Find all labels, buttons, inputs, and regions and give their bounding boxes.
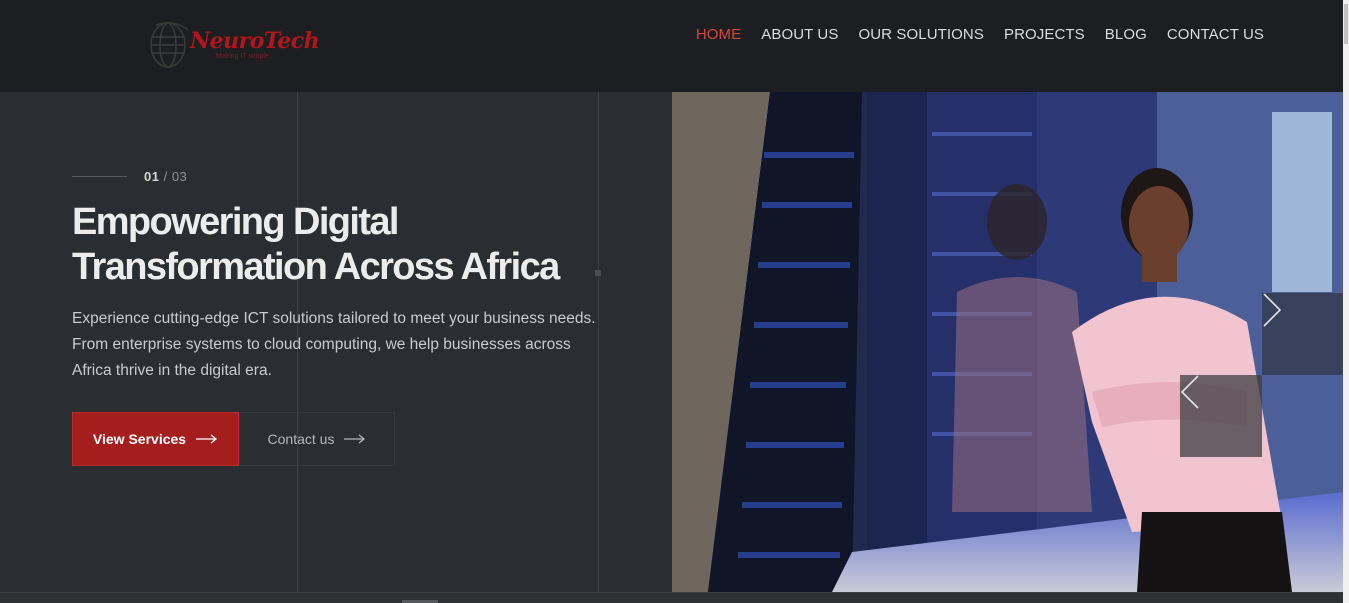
arrow-right-icon [196, 434, 218, 444]
slider-next-button[interactable] [1262, 293, 1343, 375]
slider-prev-button[interactable] [1180, 375, 1262, 457]
hero-slider: 01 / 03 Empowering Digital Transformatio… [0, 92, 1343, 592]
hero-headline: Empowering Digital Transformation Across… [72, 200, 632, 290]
slide-counter-separator: / [159, 169, 172, 184]
hero-headline-line1: Empowering Digital [72, 201, 400, 243]
bottom-strip [0, 592, 1349, 603]
view-services-label: View Services [92, 431, 187, 447]
server-room-photo [672, 92, 1343, 592]
slide-counter-total: 03 [171, 169, 188, 184]
site-header: NeuroTech Making IT simple HOME ABOUT US… [0, 0, 1349, 92]
hero-headline-line2: Transformation Across Africa [72, 246, 560, 288]
logo[interactable]: NeuroTech Making IT simple [148, 16, 320, 72]
nav-home[interactable]: HOME [696, 26, 741, 43]
nav-about-us[interactable]: ABOUT US [761, 26, 838, 43]
main-nav: HOME ABOUT US OUR SOLUTIONS PROJECTS BLO… [696, 26, 1264, 43]
slide-counter-current: 01 [144, 169, 160, 184]
arrow-right-icon [344, 434, 366, 444]
nav-projects[interactable]: PROJECTS [1004, 26, 1085, 43]
contact-us-label: Contact us [267, 431, 335, 447]
counter-line [72, 176, 127, 177]
contact-us-button[interactable]: Contact us [239, 412, 395, 466]
hero-description: Experience cutting-edge ICT solutions ta… [72, 310, 596, 379]
chevron-left-icon [1180, 375, 1199, 409]
vertical-scrollbar[interactable] [1343, 0, 1349, 603]
slide-counter: 01 / 03 [144, 169, 187, 184]
brand-tagline: Making IT simple [216, 53, 269, 60]
view-services-button[interactable]: View Services [72, 412, 239, 466]
hero-image [672, 92, 1343, 592]
chevron-right-icon [1263, 293, 1282, 327]
nav-our-solutions[interactable]: OUR SOLUTIONS [858, 26, 983, 43]
brand-name: NeuroTech [190, 28, 320, 54]
globe-logo-icon [150, 22, 189, 68]
vertical-scroll-thumb[interactable] [1344, 4, 1348, 44]
nav-contact-us[interactable]: CONTACT US [1167, 26, 1264, 43]
nav-blog[interactable]: BLOG [1105, 26, 1147, 43]
